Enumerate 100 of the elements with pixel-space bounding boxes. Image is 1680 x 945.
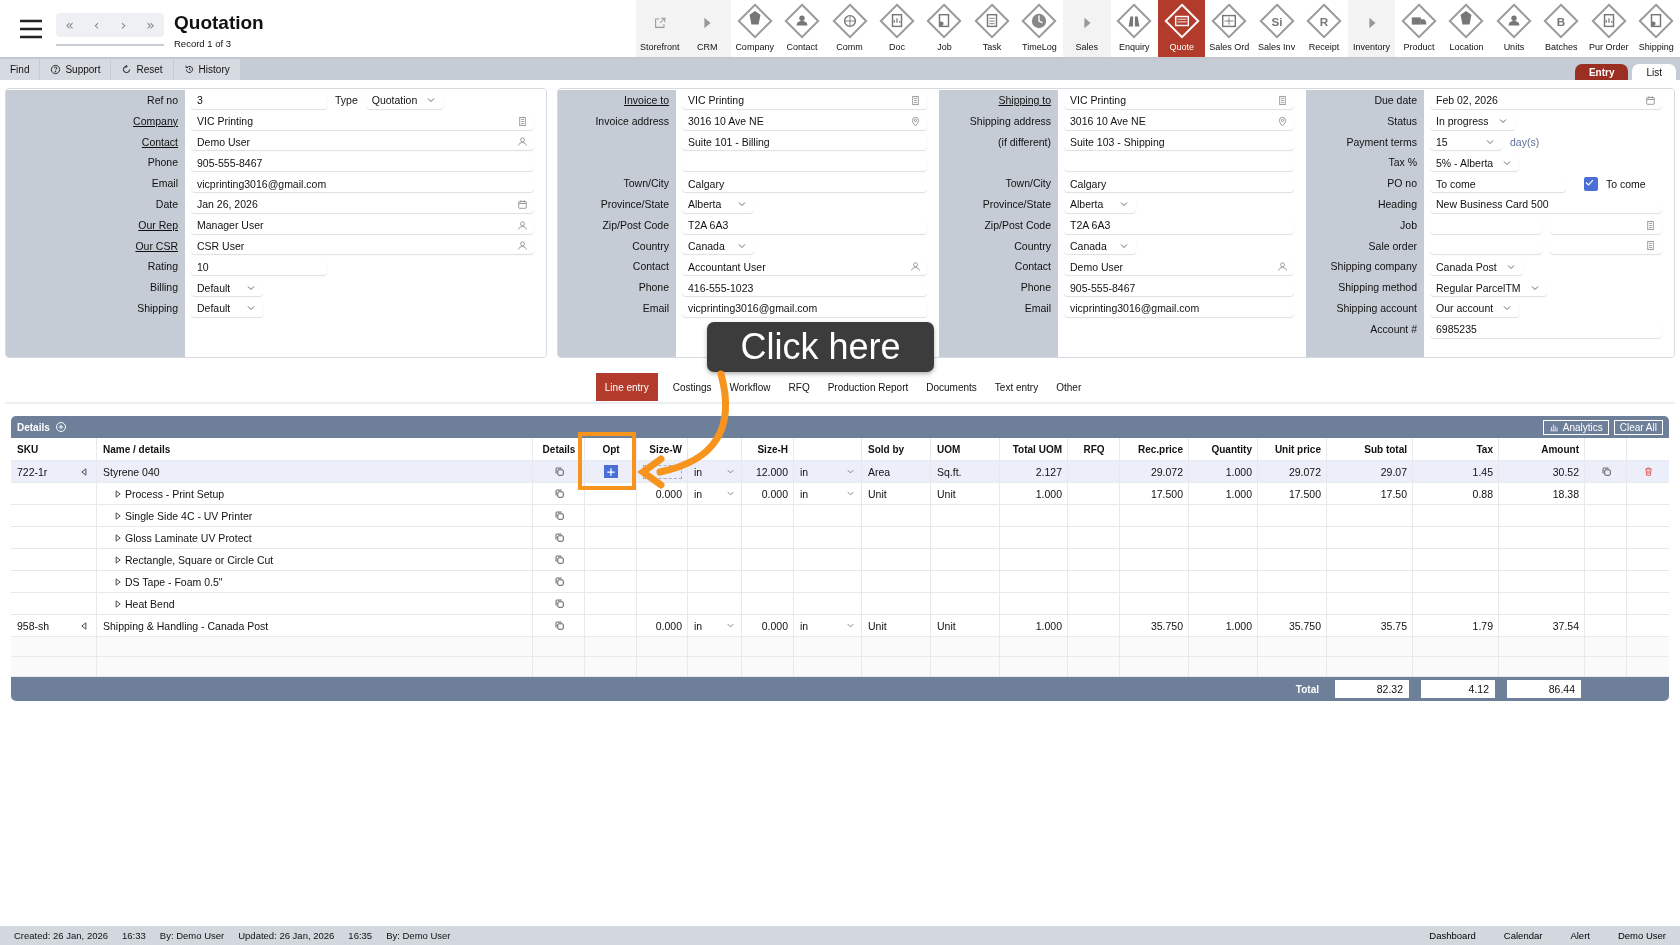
toolbar-button[interactable]: Find bbox=[0, 59, 40, 80]
header-button[interactable]: Clear All bbox=[1613, 419, 1663, 435]
input-field[interactable]: Suite 103 - Shipping bbox=[1064, 133, 1294, 151]
tab[interactable]: Other bbox=[1053, 373, 1085, 401]
input-field[interactable]: vicprinting3016@gmail.com bbox=[191, 175, 534, 193]
header-button[interactable]: Analytics bbox=[1542, 419, 1609, 435]
duplicate-icon[interactable] bbox=[1600, 466, 1612, 477]
select-field[interactable]: Alberta bbox=[682, 195, 754, 213]
input-field[interactable]: 3016 10 Ave NE bbox=[682, 112, 927, 130]
expand-triangle-icon[interactable] bbox=[113, 510, 123, 521]
input-field[interactable]: 905-555-8467 bbox=[1064, 279, 1294, 297]
add-option-button[interactable] bbox=[604, 465, 618, 478]
table-row[interactable]: 958-sh Shipping & Handling - Canada Post 0.000 in 0.000 in Unit Unit 1.000 35.750 1.000 35.750 35.75 1.79 37.54 bbox=[11, 615, 1669, 637]
input-field[interactable]: 416-555-1023 bbox=[682, 279, 927, 297]
input-field[interactable]: Suite 101 - Billing bbox=[682, 133, 927, 151]
input-field[interactable]: 6985235 bbox=[1430, 320, 1662, 338]
table-row[interactable]: Gloss Laminate UV Protect bbox=[11, 527, 1669, 549]
field-label-link[interactable]: Contact bbox=[6, 131, 185, 153]
copy-icon[interactable] bbox=[553, 532, 565, 543]
column-header[interactable]: Sub total bbox=[1327, 438, 1413, 460]
field-label-link[interactable]: Company bbox=[6, 110, 185, 132]
input-field[interactable]: T2A 6A3 bbox=[1064, 216, 1294, 234]
select-field[interactable]: Our account bbox=[1430, 299, 1520, 317]
expand-triangle-icon[interactable] bbox=[113, 488, 123, 499]
tab[interactable]: Line entry bbox=[595, 373, 658, 401]
column-header[interactable]: SKU bbox=[11, 438, 97, 460]
select-field[interactable]: In progress bbox=[1430, 112, 1515, 130]
collapse-triangle-icon[interactable] bbox=[79, 466, 89, 477]
field-label-link[interactable]: Our Rep bbox=[6, 214, 185, 236]
tab[interactable]: Production Report bbox=[824, 373, 912, 401]
input-field[interactable]: Jan 26, 2026 bbox=[191, 195, 534, 213]
view-tab[interactable]: List bbox=[1632, 64, 1676, 80]
input-field[interactable]: T2A 6A3 bbox=[682, 216, 927, 234]
status-link[interactable]: Alert bbox=[1570, 930, 1590, 941]
module-button[interactable]: Sales bbox=[1063, 0, 1111, 57]
expand-triangle-icon[interactable] bbox=[113, 598, 123, 609]
table-row[interactable]: DS Tape - Foam 0.5" bbox=[11, 571, 1669, 593]
status-link[interactable]: Dashboard bbox=[1429, 930, 1476, 941]
input-field[interactable]: VIC Printing bbox=[682, 91, 927, 109]
column-header[interactable]: Size-H bbox=[742, 438, 794, 460]
expand-triangle-icon[interactable] bbox=[113, 532, 123, 543]
select-field[interactable]: Quotation bbox=[365, 91, 444, 109]
select-field[interactable]: Regular ParcelTM bbox=[1430, 279, 1547, 297]
module-button[interactable]: Inventory bbox=[1347, 0, 1396, 57]
table-row[interactable]: 722-1r Styrene 040 in 12.000 in Area Sq.ft. 2.127 29.072 1.000 29.072 29.07 1.45 30.52 bbox=[11, 461, 1669, 483]
column-header[interactable]: Name / details bbox=[97, 438, 533, 460]
select-field[interactable]: Default bbox=[191, 299, 263, 317]
input-field[interactable]: CSR User bbox=[191, 237, 534, 255]
column-header[interactable]: Rec.price bbox=[1120, 438, 1189, 460]
copy-icon[interactable] bbox=[553, 510, 565, 521]
unit-select[interactable]: in bbox=[800, 619, 856, 632]
tab[interactable]: RFQ bbox=[785, 373, 813, 401]
module-button[interactable]: Storefront bbox=[636, 0, 684, 57]
input-field[interactable]: 3016 10 Ave NE bbox=[1064, 112, 1294, 130]
view-tab[interactable]: Entry bbox=[1574, 64, 1629, 80]
input-field[interactable]: vicprinting3016@gmail.com bbox=[682, 299, 927, 317]
column-header[interactable]: Amount bbox=[1499, 438, 1585, 460]
table-row[interactable]: Single Side 4C - UV Printer bbox=[11, 505, 1669, 527]
table-row[interactable]: Rectangle, Square or Circle Cut bbox=[11, 549, 1669, 571]
toolbar-button[interactable]: Reset bbox=[111, 59, 173, 80]
input-field[interactable]: 905-555-8467 bbox=[191, 154, 534, 172]
select-field[interactable]: 15 bbox=[1430, 133, 1502, 151]
input-field[interactable] bbox=[643, 464, 682, 479]
input-field[interactable]: 10 bbox=[191, 258, 327, 276]
tab[interactable]: Documents bbox=[923, 373, 980, 401]
unit-select[interactable]: in bbox=[694, 487, 736, 500]
field-label-link[interactable]: Our CSR bbox=[6, 235, 185, 257]
status-link[interactable]: Demo User bbox=[1617, 930, 1666, 941]
tab[interactable]: Workflow bbox=[726, 373, 774, 401]
select-field[interactable]: Canada Post bbox=[1430, 258, 1523, 276]
column-header[interactable]: Tax bbox=[1413, 438, 1499, 460]
menu-icon[interactable] bbox=[18, 19, 44, 39]
field-label-link[interactable]: Shipping to bbox=[939, 90, 1058, 111]
column-header[interactable]: Sold by bbox=[862, 438, 931, 460]
copy-icon[interactable] bbox=[553, 466, 565, 477]
copy-icon[interactable] bbox=[553, 620, 565, 631]
select-field[interactable]: Canada bbox=[1064, 237, 1136, 255]
module-button[interactable]: CRM bbox=[683, 0, 731, 57]
column-header[interactable]: Unit price bbox=[1258, 438, 1327, 460]
module-button[interactable]: Quote bbox=[1158, 0, 1206, 57]
field-label-link[interactable]: Invoice to bbox=[558, 90, 676, 111]
copy-icon[interactable] bbox=[553, 554, 565, 565]
column-header[interactable]: Opt bbox=[585, 438, 637, 460]
copy-icon[interactable] bbox=[553, 598, 565, 609]
table-row[interactable]: Heat Bend bbox=[11, 593, 1669, 615]
copy-icon[interactable] bbox=[553, 488, 565, 499]
table-row[interactable]: Process - Print Setup 0.000 in 0.000 in Unit Unit 1.000 17.500 1.000 17.500 17.50 0.88 18.38 bbox=[11, 483, 1669, 505]
column-header[interactable]: Size-W bbox=[637, 438, 688, 460]
expand-triangle-icon[interactable] bbox=[113, 576, 123, 587]
select-field[interactable]: Alberta bbox=[1064, 195, 1136, 213]
column-header[interactable]: Total UOM bbox=[1000, 438, 1068, 460]
add-icon[interactable] bbox=[54, 421, 67, 433]
input-field[interactable]: Calgary bbox=[682, 175, 927, 193]
input-field[interactable]: Accountant User bbox=[682, 258, 927, 276]
input-field[interactable]: VIC Printing bbox=[1064, 91, 1294, 109]
status-link[interactable]: Calendar bbox=[1503, 930, 1543, 941]
input-field[interactable]: 3 bbox=[191, 91, 327, 109]
unit-select[interactable]: in bbox=[694, 465, 736, 478]
collapse-triangle-icon[interactable] bbox=[79, 620, 89, 631]
input-field[interactable]: Calgary bbox=[1064, 175, 1294, 193]
